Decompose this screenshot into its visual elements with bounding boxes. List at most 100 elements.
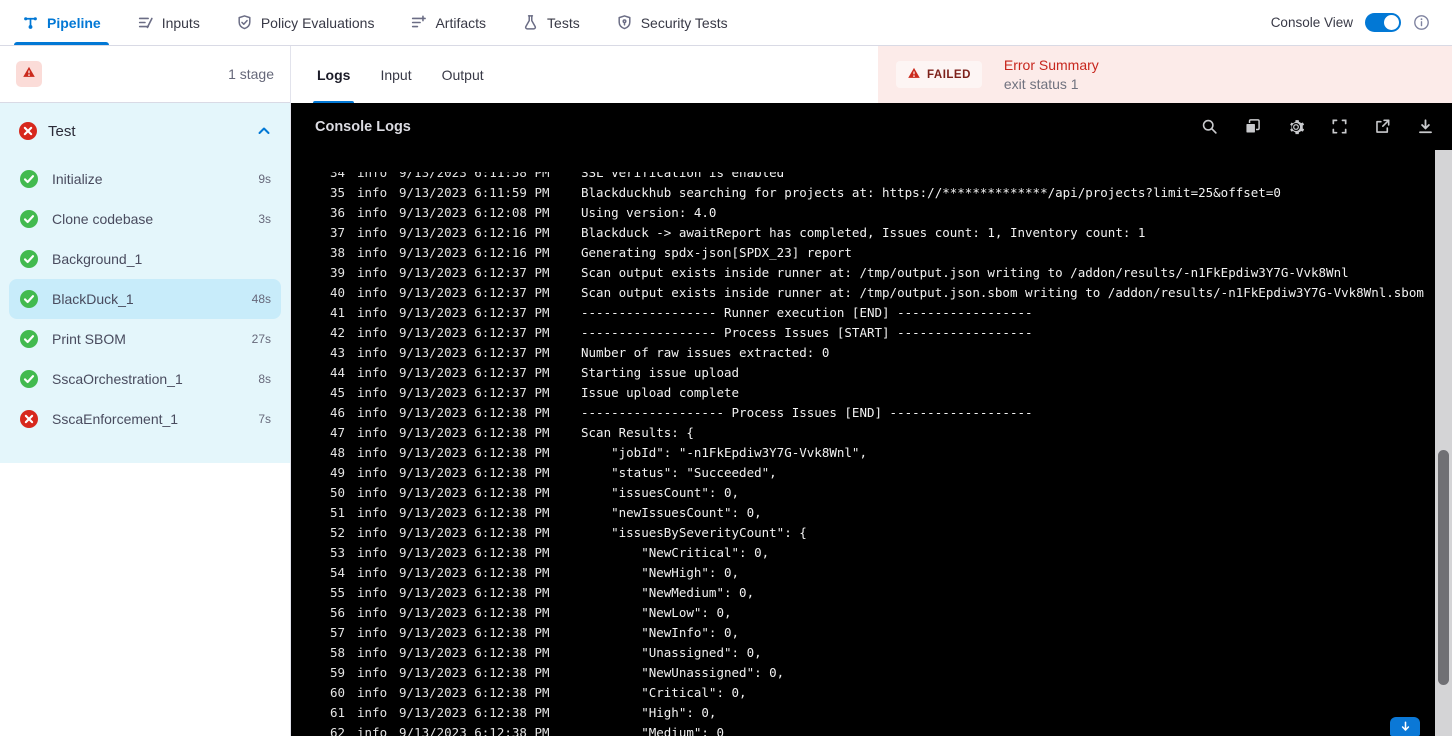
log-timestamp: 9/13/2023 6:12:38 PM bbox=[399, 544, 550, 560]
log-row: 48 info 9/13/2023 6:12:38 PM "jobId": "-… bbox=[291, 442, 1435, 462]
log-timestamp: 9/13/2023 6:12:38 PM bbox=[399, 664, 550, 680]
log-level: info bbox=[357, 304, 388, 320]
log-line-number: 49 bbox=[329, 464, 345, 480]
copy-icon[interactable] bbox=[1244, 118, 1261, 135]
log-timestamp: 9/13/2023 6:12:38 PM bbox=[399, 524, 550, 540]
tab-pipeline[interactable]: Pipeline bbox=[14, 0, 109, 45]
log-timestamp: 9/13/2023 6:12:37 PM bbox=[399, 264, 550, 280]
log-line-number: 48 bbox=[329, 444, 345, 460]
pipeline-error-chip[interactable] bbox=[16, 61, 42, 87]
log-row: 53 info 9/13/2023 6:12:38 PM "NewCritica… bbox=[291, 542, 1435, 562]
tab-output[interactable]: Output bbox=[442, 46, 484, 103]
step-blackduck-1[interactable]: BlackDuck_1 48s bbox=[9, 279, 281, 319]
log-level: info bbox=[357, 344, 388, 360]
policy-evaluations-icon bbox=[236, 14, 253, 31]
tab-logs[interactable]: Logs bbox=[313, 46, 355, 103]
log-row: 39 info 9/13/2023 6:12:37 PM Scan output… bbox=[291, 262, 1435, 282]
log-message: ------------------- Process Issues [END]… bbox=[581, 404, 1033, 420]
log-message: Generating spdx-json[SPDX_23] report bbox=[581, 244, 852, 260]
check-circle-icon bbox=[19, 209, 39, 229]
topbar-right: Console View bbox=[1271, 13, 1430, 32]
download-icon[interactable] bbox=[1417, 118, 1434, 135]
scroll-to-bottom-button[interactable] bbox=[1390, 717, 1420, 736]
log-line-number: 60 bbox=[329, 684, 345, 700]
step-label: BlackDuck_1 bbox=[52, 291, 134, 307]
log-row: 57 info 9/13/2023 6:12:38 PM "NewInfo": … bbox=[291, 622, 1435, 642]
log-viewport[interactable]: 34 info 9/13/2023 6:11:58 PM SSL verific… bbox=[291, 172, 1435, 736]
step-initialize[interactable]: Initialize 9s bbox=[9, 159, 281, 199]
log-timestamp: 9/13/2023 6:12:38 PM bbox=[399, 704, 550, 720]
tab-artifacts[interactable]: Artifacts bbox=[410, 0, 486, 45]
log-row: 52 info 9/13/2023 6:12:38 PM "issuesBySe… bbox=[291, 522, 1435, 542]
log-message: Blackduck -> awaitReport has completed, … bbox=[581, 224, 1146, 240]
tab-inputs[interactable]: Inputs bbox=[137, 0, 200, 45]
log-message: "NewHigh": 0, bbox=[581, 564, 740, 580]
log-message: Blackduckhub searching for projects at: … bbox=[581, 184, 1281, 200]
log-tabs: Logs Input Output bbox=[291, 46, 484, 103]
scrollbar-thumb[interactable] bbox=[1438, 450, 1449, 685]
sidebar-summary-bar: 1 stage bbox=[0, 46, 290, 103]
log-line-number: 53 bbox=[329, 544, 345, 560]
log-row: 59 info 9/13/2023 6:12:38 PM "NewUnassig… bbox=[291, 662, 1435, 682]
log-level: info bbox=[357, 324, 388, 340]
tab-label: Security Tests bbox=[640, 14, 728, 31]
scrollbar-track[interactable] bbox=[1435, 150, 1452, 736]
step-background-1[interactable]: Background_1 bbox=[9, 239, 281, 279]
log-row: 36 info 9/13/2023 6:12:08 PM Using versi… bbox=[291, 202, 1435, 222]
log-message: "NewInfo": 0, bbox=[581, 624, 740, 640]
step-duration: 3s bbox=[258, 212, 271, 226]
step-sscaenforcement-1[interactable]: SscaEnforcement_1 7s bbox=[9, 399, 281, 439]
log-timestamp: 9/13/2023 6:11:58 PM bbox=[399, 172, 550, 180]
tab-policy-evaluations[interactable]: Policy Evaluations bbox=[236, 0, 374, 45]
console-title: Console Logs bbox=[315, 118, 411, 135]
tab-security-tests[interactable]: Security Tests bbox=[616, 0, 728, 45]
log-row: 44 info 9/13/2023 6:12:37 PM Starting is… bbox=[291, 362, 1435, 382]
log-timestamp: 9/13/2023 6:12:38 PM bbox=[399, 604, 550, 620]
step-duration: 27s bbox=[251, 332, 271, 346]
chevron-up-icon[interactable] bbox=[256, 123, 272, 139]
log-message: "Unassigned": 0, bbox=[581, 644, 762, 660]
log-line-number: 58 bbox=[329, 644, 345, 660]
log-timestamp: 9/13/2023 6:12:38 PM bbox=[399, 624, 550, 640]
step-print-sbom[interactable]: Print SBOM 27s bbox=[9, 319, 281, 359]
log-line-number: 45 bbox=[329, 384, 345, 400]
tab-tests[interactable]: Tests bbox=[522, 0, 580, 45]
log-level: info bbox=[357, 544, 388, 560]
x-circle-icon bbox=[19, 409, 39, 429]
check-circle-icon bbox=[19, 249, 39, 269]
log-timestamp: 9/13/2023 6:12:38 PM bbox=[399, 484, 550, 500]
failed-badge: FAILED bbox=[896, 61, 982, 88]
tab-input[interactable]: Input bbox=[380, 46, 411, 103]
log-line-number: 57 bbox=[329, 624, 345, 640]
settings-icon[interactable] bbox=[1287, 118, 1305, 136]
log-timestamp: 9/13/2023 6:12:37 PM bbox=[399, 344, 550, 360]
log-message: Scan output exists inside runner at: /tm… bbox=[581, 284, 1424, 300]
stage-header-test[interactable]: Test bbox=[0, 103, 290, 159]
log-level: info bbox=[357, 664, 388, 680]
tab-label: Artifacts bbox=[435, 14, 487, 31]
log-level: info bbox=[357, 244, 388, 260]
log-timestamp: 9/13/2023 6:12:38 PM bbox=[399, 464, 550, 480]
log-line-number: 56 bbox=[329, 604, 345, 620]
log-timestamp: 9/13/2023 6:12:38 PM bbox=[399, 404, 550, 420]
log-message: "High": 0, bbox=[581, 704, 717, 720]
step-label: Background_1 bbox=[52, 251, 143, 267]
log-row: 61 info 9/13/2023 6:12:38 PM "High": 0, bbox=[291, 702, 1435, 722]
log-line-number: 44 bbox=[329, 364, 345, 380]
log-line-number: 51 bbox=[329, 504, 345, 520]
log-line-number: 62 bbox=[329, 724, 345, 736]
step-clone-codebase[interactable]: Clone codebase 3s bbox=[9, 199, 281, 239]
log-message: ------------------ Runner execution [END… bbox=[581, 304, 1033, 320]
fullscreen-icon[interactable] bbox=[1331, 118, 1348, 135]
log-row: 37 info 9/13/2023 6:12:16 PM Blackduck -… bbox=[291, 222, 1435, 242]
open-in-new-icon[interactable] bbox=[1374, 118, 1391, 135]
search-icon[interactable] bbox=[1201, 118, 1218, 135]
step-sscaorchestration-1[interactable]: SscaOrchestration_1 8s bbox=[9, 359, 281, 399]
log-level: info bbox=[357, 264, 388, 280]
log-row: 43 info 9/13/2023 6:12:37 PM Number of r… bbox=[291, 342, 1435, 362]
console-view-toggle[interactable] bbox=[1365, 13, 1401, 32]
log-timestamp: 9/13/2023 6:12:37 PM bbox=[399, 364, 550, 380]
stage-count: 1 stage bbox=[228, 66, 274, 82]
log-level: info bbox=[357, 704, 388, 720]
info-icon[interactable] bbox=[1413, 14, 1430, 31]
